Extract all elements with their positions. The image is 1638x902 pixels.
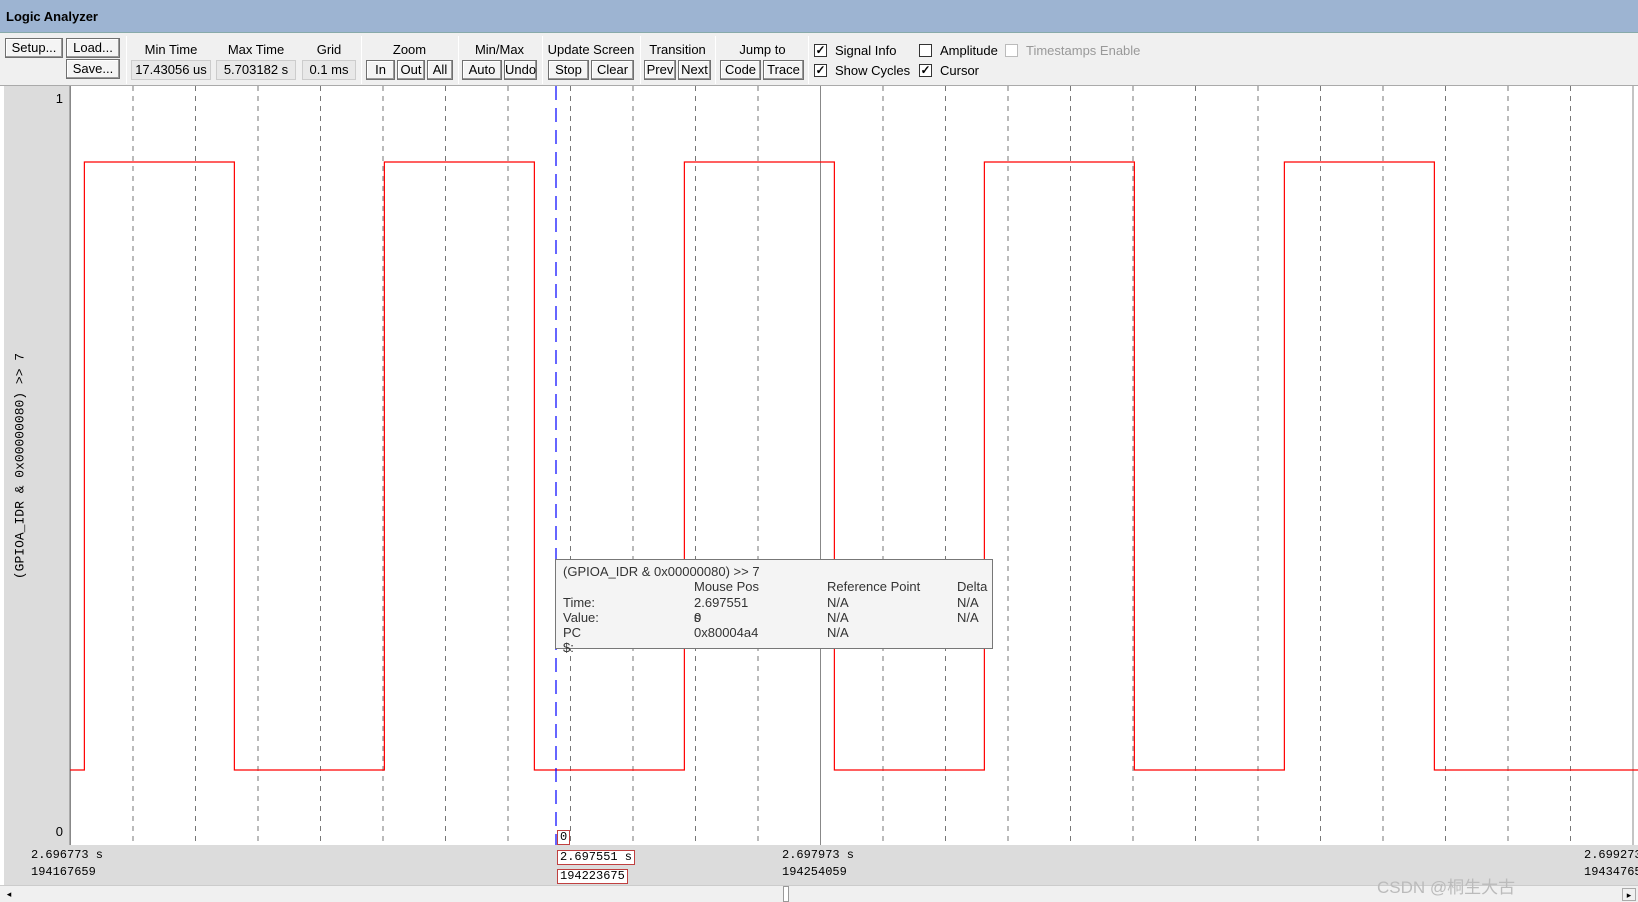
timestamps-enable-label: Timestamps Enable: [1026, 43, 1141, 58]
title-bar: Logic Analyzer: [0, 0, 1638, 33]
time-end: 2.699273: [1584, 848, 1638, 862]
divider: [126, 36, 127, 84]
cycles-start: 194167659: [31, 865, 96, 879]
max-time-value: 5.703182 s: [216, 60, 296, 80]
auto-button[interactable]: Auto: [462, 60, 502, 80]
setup-button[interactable]: Setup...: [5, 38, 63, 58]
timestamps-enable-checkbox: [1005, 44, 1018, 57]
trace-button[interactable]: Trace: [763, 60, 804, 80]
grid-label: Grid: [316, 42, 342, 57]
cycles-end: 194347659: [1584, 865, 1638, 879]
watermark: CSDN @桐生大古: [1377, 878, 1516, 897]
signal-info-checkbox[interactable]: ✓: [814, 44, 827, 57]
grid-value: 0.1 ms: [302, 60, 356, 80]
scroll-right-icon[interactable]: ▸: [1622, 888, 1636, 901]
cursor-label: Cursor: [940, 63, 980, 78]
tooltip-ref: N/A: [827, 595, 849, 610]
tooltip-mouse: 0x80004a4: [694, 625, 759, 640]
divider: [715, 36, 716, 84]
amplitude-checkbox[interactable]: [919, 44, 932, 57]
update-screen-label: Update Screen: [547, 42, 635, 57]
signal-waveform: [70, 161, 1638, 771]
transition-label: Transition: [649, 42, 706, 57]
tooltip-col-delta: Delta: [957, 579, 988, 594]
zoom-in-button[interactable]: In: [366, 60, 395, 80]
tooltip-label: Time:: [563, 595, 596, 610]
signal-name[interactable]: (GPIOA_IDR & 0x00000080) >> 7: [13, 353, 28, 579]
scrollbar-thumb[interactable]: [783, 886, 789, 902]
code-button[interactable]: Code: [720, 60, 761, 80]
time-start: 2.696773 s: [31, 848, 104, 862]
jump-to-label: Jump to: [739, 42, 786, 57]
next-button[interactable]: Next: [678, 60, 711, 80]
tooltip-ref: N/A: [827, 610, 849, 625]
stop-button[interactable]: Stop: [548, 60, 589, 80]
cursor-value-box: 0: [557, 830, 571, 845]
tooltip-ref: N/A: [827, 625, 849, 640]
tooltip-col-ref: Reference Point: [827, 579, 921, 594]
max-time-label: Max Time: [227, 42, 285, 57]
signal-info-tooltip: (GPIOA_IDR & 0x00000080) >> 7 Mouse Pos …: [555, 559, 993, 655]
divider: [808, 36, 809, 84]
toolbar: Setup... Load... Save... Min Time 17.430…: [0, 33, 1638, 86]
cursor-checkbox[interactable]: ✓: [919, 64, 932, 77]
tooltip-mouse: 0: [694, 610, 702, 625]
min-time-label: Min Time: [144, 42, 198, 57]
show-cycles-label: Show Cycles: [835, 63, 911, 78]
min-time-value: 17.43056 us: [131, 60, 211, 80]
divider: [640, 36, 641, 84]
amplitude-label: Amplitude: [940, 43, 998, 58]
zoom-out-button[interactable]: Out: [397, 60, 425, 80]
cycles-mid: 194254059: [782, 865, 847, 879]
clear-button[interactable]: Clear: [591, 60, 634, 80]
minmax-label: Min/Max: [474, 42, 525, 57]
save-button[interactable]: Save...: [66, 59, 120, 79]
waveform-plot[interactable]: [70, 86, 1638, 845]
load-button[interactable]: Load...: [66, 38, 120, 58]
tooltip-title: (GPIOA_IDR & 0x00000080) >> 7: [563, 564, 760, 579]
tooltip-delta: N/A: [957, 610, 979, 625]
show-cycles-checkbox[interactable]: ✓: [814, 64, 827, 77]
prev-button[interactable]: Prev: [644, 60, 676, 80]
signal-label-column: 1 0 (GPIOA_IDR & 0x00000080) >> 7: [4, 86, 70, 845]
tooltip-delta: N/A: [957, 595, 979, 610]
tooltip-label: Value:: [563, 610, 599, 625]
window-title: Logic Analyzer: [6, 9, 98, 24]
zoom-all-button[interactable]: All: [427, 60, 453, 80]
divider: [542, 36, 543, 84]
divider: [458, 36, 459, 84]
cursor-cycles-box: 194223675: [557, 869, 628, 884]
time-mid: 2.697973 s: [782, 848, 855, 862]
zoom-label: Zoom: [392, 42, 427, 57]
y-max-label: 1: [55, 91, 63, 106]
tooltip-mouse: 2.697551 s: [694, 595, 749, 625]
tooltip-col-mouse: Mouse Pos: [694, 579, 760, 594]
cursor-time-box: 2.697551 s: [557, 850, 636, 865]
y-min-label: 0: [55, 824, 63, 839]
signal-info-label: Signal Info: [835, 43, 897, 58]
scroll-left-icon[interactable]: ◂: [2, 888, 16, 901]
undo-button[interactable]: Undo: [504, 60, 537, 80]
divider: [361, 36, 362, 84]
tooltip-label: PC $:: [563, 625, 582, 655]
